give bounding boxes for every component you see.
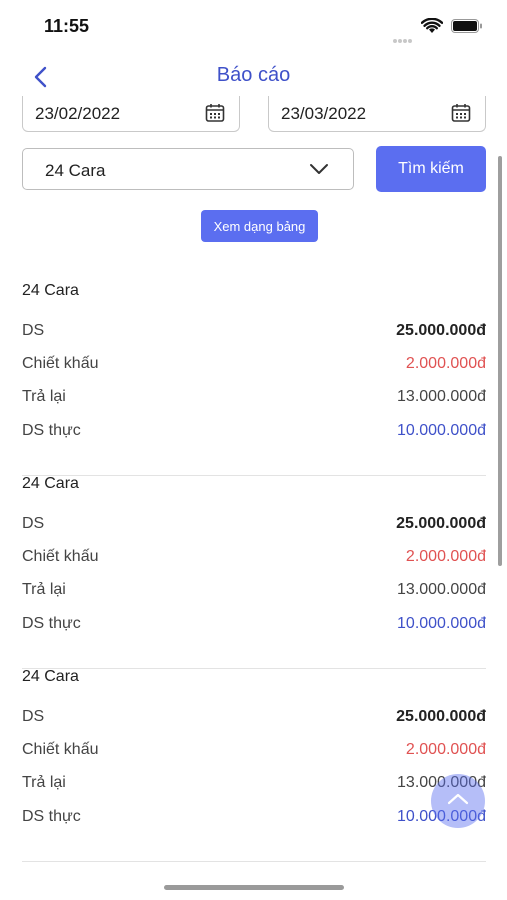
report-row-revenue: DS 25.000.000đ (22, 708, 486, 730)
row-value: 13.000.000đ (397, 581, 486, 598)
row-value: 25.000.000đ (396, 322, 486, 339)
store-select-value: 24 Cara (45, 161, 106, 180)
row-label: DS thực (22, 422, 81, 439)
row-label: DS thực (22, 615, 81, 632)
row-value: 10.000.000đ (397, 615, 486, 632)
report-row-discount: Chiết khấu 2.000.000đ (22, 355, 486, 377)
home-indicator (164, 885, 344, 890)
signal-icon (393, 30, 415, 43)
status-bar: 11:55 (0, 0, 507, 52)
row-label: Trả lại (22, 774, 66, 791)
report-row-revenue: DS 25.000.000đ (22, 322, 486, 344)
report-store-name: 24 Cara (22, 668, 79, 685)
date-from-field[interactable]: 23/02/2022 (22, 96, 240, 132)
row-value: 25.000.000đ (396, 515, 486, 532)
row-label: Chiết khấu (22, 548, 99, 565)
calendar-icon[interactable] (205, 103, 225, 123)
wifi-icon (421, 18, 443, 33)
row-label: Chiết khấu (22, 355, 99, 372)
calendar-icon[interactable] (451, 103, 471, 123)
date-from-value: 23/02/2022 (35, 104, 121, 123)
report-row-discount: Chiết khấu 2.000.000đ (22, 548, 486, 570)
report-row-return: Trả lại 13.000.000đ (22, 581, 486, 603)
battery-icon (451, 19, 482, 33)
report-row-net: DS thực 10.000.000đ (22, 808, 486, 830)
row-value: 10.000.000đ (397, 422, 486, 439)
page-title: Báo cáo (216, 64, 291, 86)
scroll-to-top-button[interactable] (431, 774, 485, 828)
chevron-down-icon (310, 164, 328, 174)
report-row-discount: Chiết khấu 2.000.000đ (22, 741, 486, 763)
row-label: DS (22, 322, 45, 339)
nav-bar: Báo cáo (0, 55, 507, 99)
row-value: 2.000.000đ (405, 355, 486, 372)
report-row-net: DS thực 10.000.000đ (22, 422, 486, 444)
store-select[interactable]: 24 Cara (22, 148, 354, 190)
chevron-up-icon (447, 793, 469, 805)
row-value: 2.000.000đ (405, 548, 486, 565)
report-card: 24 Cara DS 25.000.000đ Chiết khấu 2.000.… (22, 475, 486, 669)
report-row-return: Trả lại 13.000.000đ (22, 774, 486, 796)
row-label: Trả lại (22, 581, 66, 598)
report-store-name: 24 Cara (22, 282, 79, 299)
status-time: 11:55 (44, 16, 90, 36)
report-row-net: DS thực 10.000.000đ (22, 615, 486, 637)
row-value: 2.000.000đ (405, 741, 486, 758)
report-card: 24 Cara DS 25.000.000đ Chiết khấu 2.000.… (22, 668, 486, 862)
row-label: DS (22, 708, 45, 725)
report-row-revenue: DS 25.000.000đ (22, 515, 486, 537)
row-value: 25.000.000đ (396, 708, 486, 725)
search-button[interactable]: Tìm kiếm (376, 146, 486, 192)
date-to-field[interactable]: 23/03/2022 (268, 96, 486, 132)
report-card: 24 Cara DS 25.000.000đ Chiết khấu 2.000.… (22, 282, 486, 476)
row-label: Chiết khấu (22, 741, 99, 758)
row-label: Trả lại (22, 388, 66, 405)
table-view-button[interactable]: Xem dạng bảng (201, 210, 318, 242)
date-to-value: 23/03/2022 (281, 104, 367, 123)
row-label: DS (22, 515, 45, 532)
report-store-name: 24 Cara (22, 475, 79, 492)
scrollbar[interactable] (498, 156, 502, 566)
row-label: DS thực (22, 808, 81, 825)
report-row-return: Trả lại 13.000.000đ (22, 388, 486, 410)
row-value: 13.000.000đ (397, 388, 486, 405)
